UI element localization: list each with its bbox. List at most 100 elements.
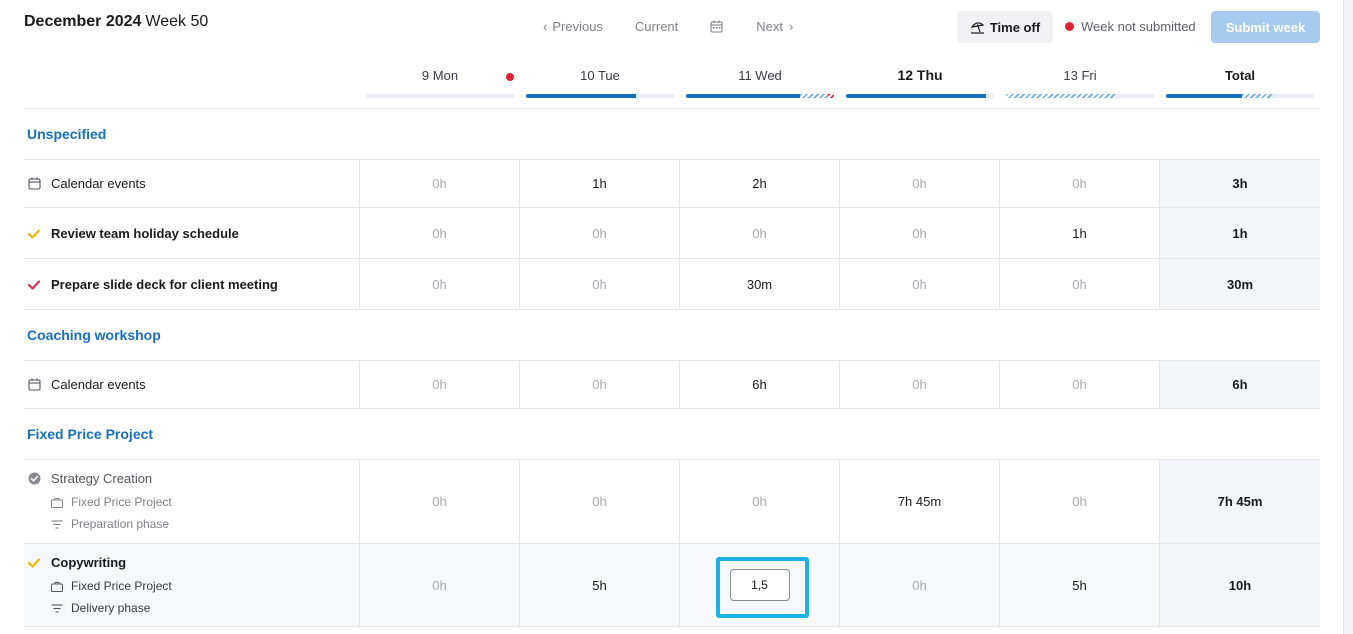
day-label: 10 Tue: [580, 68, 620, 83]
task-name[interactable]: Review team holiday schedule: [51, 226, 239, 241]
week-label: Week 50: [145, 13, 209, 30]
task-name[interactable]: Copywriting: [51, 555, 126, 570]
table-row: Copywriting Fixed Price Project Delivery…: [24, 543, 1320, 627]
week-navigation: ‹ Previous Current Next ›: [543, 19, 793, 34]
time-cell-fri[interactable]: 1h: [1000, 208, 1160, 258]
briefcase-icon: [51, 581, 65, 592]
phase-name: Delivery phase: [71, 601, 151, 615]
progress-bar-tue: [526, 94, 674, 98]
time-cell-mon[interactable]: 0h: [360, 259, 520, 309]
time-cell-thu[interactable]: 0h: [840, 208, 1000, 258]
task-name[interactable]: Strategy Creation: [51, 471, 152, 486]
completed-check-icon: [27, 472, 41, 486]
time-cell-tue[interactable]: 5h: [520, 544, 680, 626]
project-line: Fixed Price Project: [51, 495, 172, 509]
check-icon: [27, 556, 41, 570]
progress-bar-total: [1166, 94, 1314, 98]
row-label: Calendar events: [24, 361, 360, 408]
day-header-total: Total: [1166, 68, 1314, 83]
time-off-button[interactable]: Time off: [957, 11, 1053, 43]
time-cell-wed[interactable]: 0h: [680, 208, 840, 258]
row-label: Prepare slide deck for client meeting: [24, 259, 360, 309]
time-cell-fri[interactable]: 0h: [1000, 259, 1160, 309]
time-cell-wed[interactable]: 2h: [680, 160, 840, 207]
time-cell-fri[interactable]: 5h: [1000, 544, 1160, 626]
check-icon: [27, 278, 41, 292]
time-cell-thu[interactable]: 0h: [840, 259, 1000, 309]
task-name[interactable]: Prepare slide deck for client meeting: [51, 277, 278, 292]
day-header-mon: 9 Mon: [366, 68, 514, 83]
time-cell-fri[interactable]: 0h: [1000, 160, 1160, 207]
time-cell-wed[interactable]: 6h: [680, 361, 840, 408]
row-total: 6h: [1160, 361, 1320, 408]
month-label: December 2024: [24, 13, 142, 30]
phase-name: Preparation phase: [71, 517, 170, 531]
phase-icon: [51, 603, 65, 614]
calendar-picker-button[interactable]: [710, 20, 723, 33]
progress-bar-wed: [686, 94, 834, 98]
time-cell-wed[interactable]: 30m: [680, 259, 840, 309]
time-cell-tue[interactable]: 0h: [520, 460, 680, 543]
calendar-icon: [27, 378, 41, 392]
error-dot-icon: [506, 73, 514, 81]
task-line: Prepare slide deck for client meeting: [27, 277, 278, 292]
progress-bar-fri: [1006, 94, 1154, 98]
briefcase-icon: [51, 497, 65, 508]
time-cell-thu[interactable]: 0h: [840, 544, 1000, 626]
row-total: 3h: [1160, 160, 1320, 207]
calendar-icon: [710, 20, 723, 33]
time-cell-mon[interactable]: 0h: [360, 544, 520, 626]
task-name: Calendar events: [51, 377, 146, 392]
time-off-label: Time off: [989, 19, 1041, 35]
next-button[interactable]: Next ›: [756, 19, 793, 34]
time-cell-mon[interactable]: 0h: [360, 160, 520, 207]
time-cell-tue[interactable]: 0h: [520, 361, 680, 408]
time-cell-fri[interactable]: 0h: [1000, 460, 1160, 543]
time-cell-tue[interactable]: 0h: [520, 208, 680, 258]
chevron-left-icon: ‹: [543, 19, 548, 34]
previous-button[interactable]: ‹ Previous: [543, 19, 603, 34]
time-cell-mon[interactable]: 0h: [360, 208, 520, 258]
time-cell-thu[interactable]: 7h 45m: [840, 460, 1000, 543]
time-cell-mon[interactable]: 0h: [360, 361, 520, 408]
row-label: Calendar events: [24, 160, 360, 207]
time-cell-mon[interactable]: 0h: [360, 460, 520, 543]
next-label: Next: [756, 19, 784, 34]
status-dot-icon: [1065, 22, 1074, 31]
week-status-label: Week not submitted: [1081, 19, 1196, 34]
table-row: Calendar events 0h 1h 2h 0h 0h 3h: [24, 159, 1320, 208]
day-label: 12 Thu: [897, 67, 943, 83]
calendar-icon: [27, 177, 41, 191]
current-button[interactable]: Current: [635, 19, 678, 34]
progress-bar-thu: [846, 94, 994, 98]
task-line: Calendar events: [27, 377, 146, 392]
beach-umbrella-icon: [970, 21, 985, 34]
page-title: December 2024 Week 50: [24, 13, 208, 31]
time-cell-tue[interactable]: 0h: [520, 259, 680, 309]
section-title-unspecified[interactable]: Unspecified: [27, 126, 106, 142]
section-title-fixed-price[interactable]: Fixed Price Project: [27, 426, 153, 442]
previous-label: Previous: [552, 19, 603, 34]
time-cell-thu[interactable]: 0h: [840, 160, 1000, 207]
table-row: Calendar events 0h 0h 6h 0h 0h 6h: [24, 360, 1320, 409]
time-cell-tue[interactable]: 1h: [520, 160, 680, 207]
check-icon: [27, 227, 41, 241]
time-cell-thu[interactable]: 0h: [840, 361, 1000, 408]
row-label: Review team holiday schedule: [24, 208, 360, 258]
day-label: Total: [1224, 68, 1256, 83]
phase-line: Delivery phase: [51, 601, 150, 615]
current-label: Current: [634, 19, 679, 34]
time-cell-wed[interactable]: 0h: [680, 460, 840, 543]
progress-bar-mon: [366, 94, 514, 98]
project-line: Fixed Price Project: [51, 579, 172, 593]
time-entry-input[interactable]: 1,5: [729, 569, 790, 601]
time-cell-fri[interactable]: 0h: [1000, 361, 1160, 408]
scrollbar-track[interactable]: [1343, 0, 1353, 634]
week-status: Week not submitted: [1065, 19, 1196, 34]
submit-week-button[interactable]: Submit week: [1211, 11, 1320, 43]
project-name: Fixed Price Project: [71, 495, 172, 509]
row-total: 30m: [1160, 259, 1320, 309]
day-header-fri: 13 Fri: [1006, 68, 1154, 83]
table-row: Strategy Creation Fixed Price Project Pr…: [24, 459, 1320, 544]
section-title-coaching[interactable]: Coaching workshop: [27, 327, 161, 343]
